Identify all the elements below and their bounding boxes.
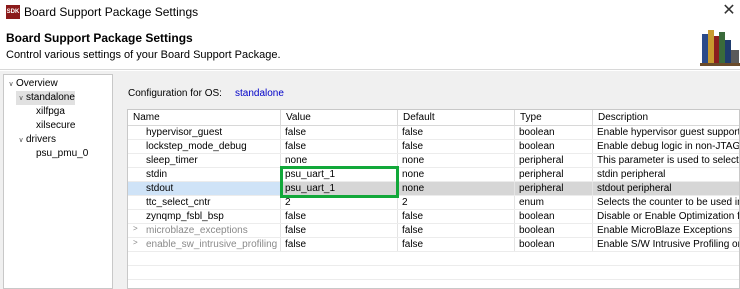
cell-type: enum xyxy=(515,196,593,209)
table-row[interactable]: zynqmp_fsbl_bsp false false boolean Disa… xyxy=(128,210,740,224)
cell-description: This parameter is used to select s xyxy=(597,155,740,166)
tree-item-label: psu_pmu_0 xyxy=(36,148,89,159)
cell-name: zynqmp_fsbl_bsp xyxy=(128,210,281,223)
cell-value[interactable]: false xyxy=(281,126,398,139)
column-header-description[interactable]: Description xyxy=(593,110,739,126)
tree-item-overview[interactable]: ∨ Overview xyxy=(6,77,58,92)
close-icon[interactable]: ✕ xyxy=(719,1,739,21)
cell-type: boolean xyxy=(515,210,593,223)
chevron-down-icon[interactable]: ∨ xyxy=(16,92,26,106)
cell-description: Enable MicroBlaze Exceptions xyxy=(597,225,733,236)
cell-name: hypervisor_guest xyxy=(128,126,281,139)
cell-default: false xyxy=(398,140,515,153)
column-header-name[interactable]: Name xyxy=(128,110,281,126)
cell-name: stdout xyxy=(128,182,281,195)
cell-type: peripheral xyxy=(515,154,593,167)
table-row-empty xyxy=(128,266,739,280)
window-title: Board Support Package Settings xyxy=(24,5,199,19)
cell-name: lockstep_mode_debug xyxy=(128,140,281,153)
tree-item-standalone[interactable]: ∨ standalone xyxy=(16,91,75,105)
cell-name: stdin xyxy=(128,168,281,181)
table-row[interactable]: > microblaze_exceptions false false bool… xyxy=(128,224,739,238)
tree-item-label: Overview xyxy=(16,78,58,89)
cell-default: 2 xyxy=(398,196,515,209)
sdk-app-icon: SDK xyxy=(6,5,20,19)
settings-table: Name Value Default Type Description hype… xyxy=(127,109,740,289)
tree-item-label: drivers xyxy=(26,134,57,145)
cell-type: boolean xyxy=(515,140,593,153)
annotation-highlight-box xyxy=(280,166,399,198)
cell-name: sleep_timer xyxy=(128,154,281,167)
cell-name: microblaze_exceptions xyxy=(128,224,281,237)
column-header-value[interactable]: Value xyxy=(281,110,398,126)
books-banner-icon xyxy=(700,30,740,66)
table-row-selected[interactable]: stdout psu_uart_1 none peripheral stdout… xyxy=(128,182,739,196)
cell-type: boolean xyxy=(515,238,593,251)
cell-description: stdin peripheral xyxy=(597,169,666,180)
cell-description: Enable S/W Intrusive Profiling or xyxy=(597,239,740,250)
header-title: Board Support Package Settings xyxy=(6,31,193,45)
tree-item-label: xilsecure xyxy=(36,120,76,131)
cell-description: Disable or Enable Optimization f xyxy=(597,211,740,222)
table-row[interactable]: lockstep_mode_debug false false boolean … xyxy=(128,140,740,154)
table-row[interactable]: hypervisor_guest false false boolean Ena… xyxy=(128,126,740,140)
cell-value[interactable]: false xyxy=(281,210,398,223)
tree-item-psu-pmu-0[interactable]: psu_pmu_0 xyxy=(36,147,88,161)
cell-type: peripheral xyxy=(515,182,593,195)
column-header-type[interactable]: Type xyxy=(515,110,593,126)
cell-default: false xyxy=(398,210,515,223)
tree-item-label: standalone xyxy=(26,92,75,103)
dialog-header: Board Support Package Settings Control v… xyxy=(0,24,740,70)
cell-value[interactable]: false xyxy=(281,238,398,251)
cell-name: enable_sw_intrusive_profiling xyxy=(128,238,281,251)
tree-item-drivers[interactable]: ∨ drivers xyxy=(16,133,56,147)
cell-default: none xyxy=(398,154,515,167)
title-bar: SDK Board Support Package Settings ✕ xyxy=(0,0,740,24)
cell-description: Selects the counter to be used in xyxy=(597,197,740,208)
header-description: Control various settings of your Board S… xyxy=(6,49,281,61)
cell-description: stdout peripheral xyxy=(593,182,739,195)
column-header-default[interactable]: Default xyxy=(398,110,515,126)
cell-default: false xyxy=(398,238,515,251)
table-header: Name Value Default Type Description xyxy=(128,110,739,126)
chevron-down-icon[interactable]: ∨ xyxy=(6,78,16,92)
tree-item-xilsecure[interactable]: xilsecure xyxy=(36,119,75,133)
table-row[interactable]: sleep_timer none none peripheral This pa… xyxy=(128,154,740,168)
bsp-tree: ∨ Overview ∨ standalone xilfpga xilsecure … xyxy=(3,74,113,289)
cell-value[interactable]: false xyxy=(281,224,398,237)
cell-default: none xyxy=(398,182,515,195)
cell-value[interactable]: false xyxy=(281,140,398,153)
config-os-label: Configuration for OS: xyxy=(128,88,222,99)
tree-item-xilfpga[interactable]: xilfpga xyxy=(36,105,65,119)
table-row[interactable]: ttc_select_cntr 2 2 enum Selects the cou… xyxy=(128,196,740,210)
cell-type: boolean xyxy=(515,224,593,237)
cell-description: Enable debug logic in non-JTAG xyxy=(597,141,740,152)
chevron-down-icon[interactable]: ∨ xyxy=(16,134,26,148)
cell-type: peripheral xyxy=(515,168,593,181)
table-row[interactable]: > enable_sw_intrusive_profiling false fa… xyxy=(128,238,740,252)
tree-item-label: xilfpga xyxy=(36,106,65,117)
cell-description: Enable hypervisor guest support xyxy=(597,127,740,138)
cell-default: false xyxy=(398,126,515,139)
cell-default: false xyxy=(398,224,515,237)
table-row-empty xyxy=(128,252,739,266)
cell-default: none xyxy=(398,168,515,181)
config-os-value: standalone xyxy=(235,88,284,99)
cell-name: ttc_select_cntr xyxy=(128,196,281,209)
table-row[interactable]: stdin psu_uart_1 none peripheral stdin p… xyxy=(128,168,739,182)
cell-type: boolean xyxy=(515,126,593,139)
